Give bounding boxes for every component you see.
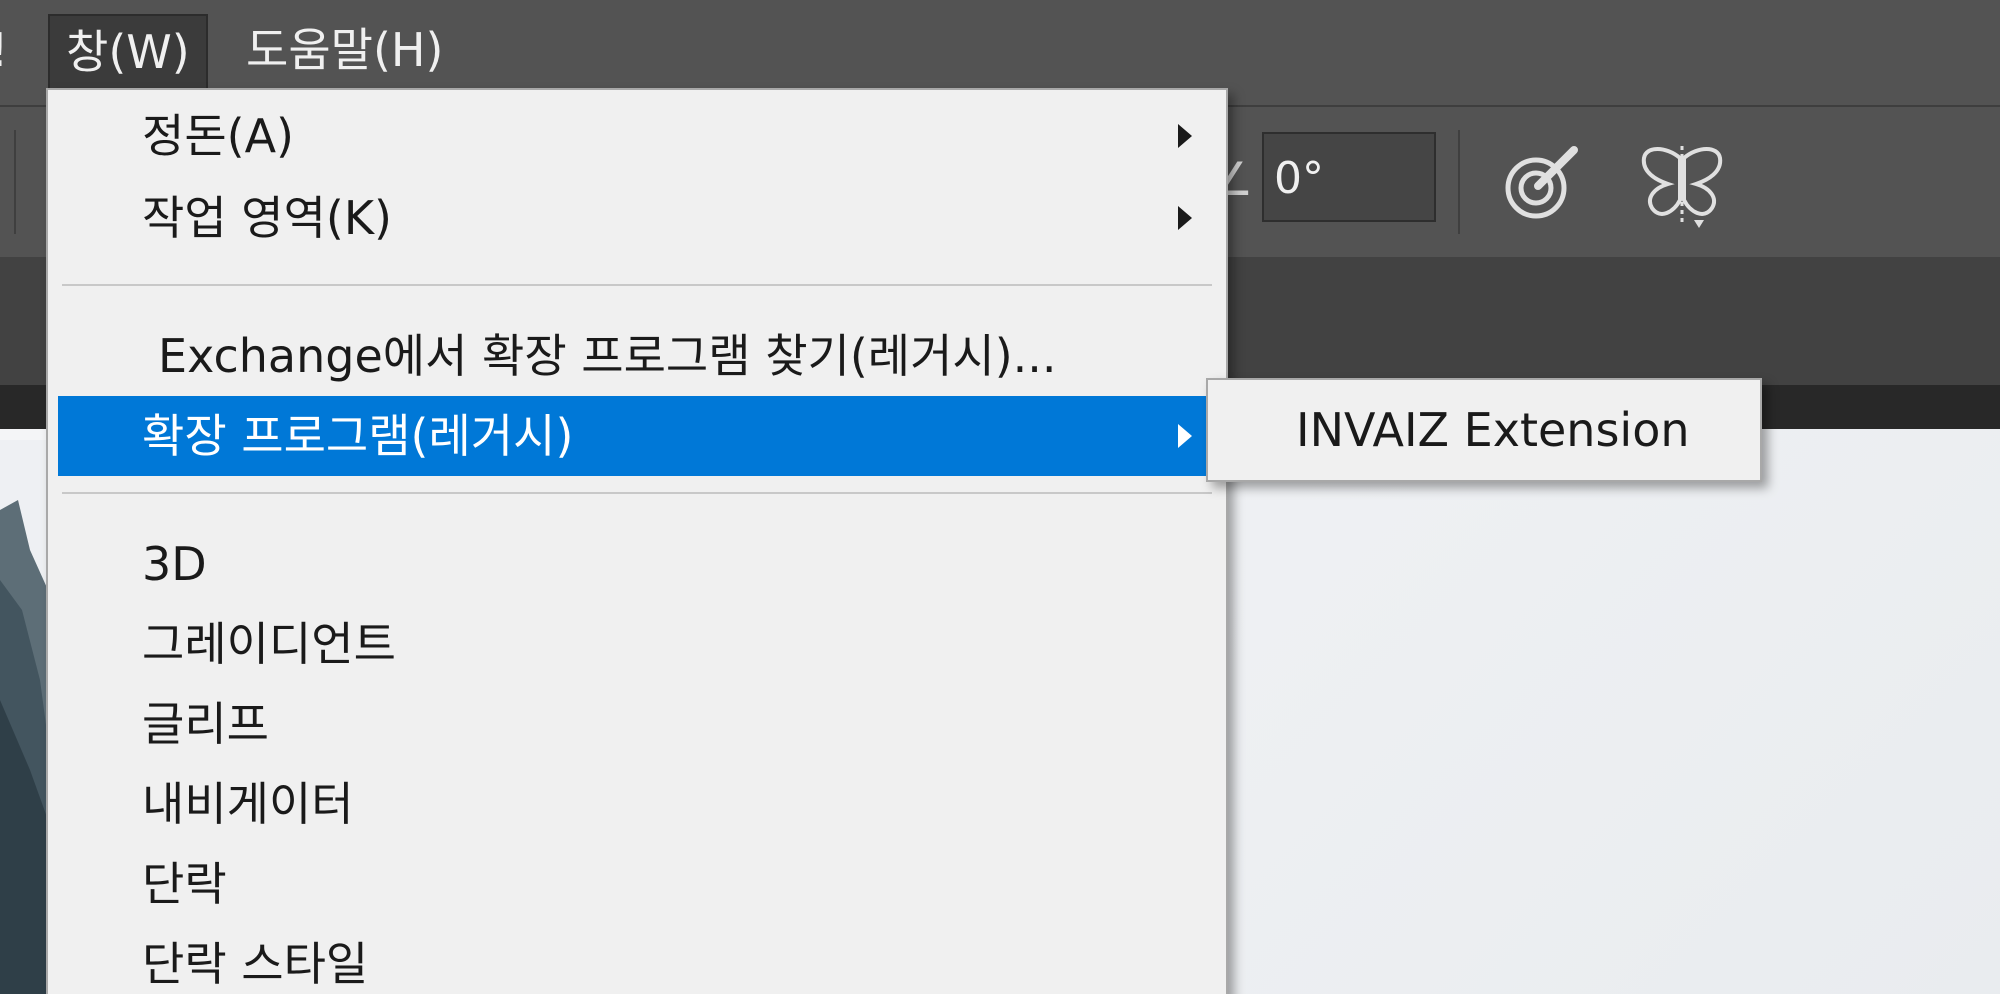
menu-item-label: Exchange에서 확장 프로그램 찾기(레거시)... (158, 329, 1057, 383)
menubar-item-previous[interactable]: ! (0, 14, 18, 86)
brush-angle-input[interactable]: 0° (1262, 132, 1436, 222)
menu-item-label: 확장 프로그램(레거시) (142, 409, 574, 463)
menu-item-label: 내비게이터 (142, 777, 354, 831)
menu-item-arrange[interactable]: 정돈(A) (58, 96, 1218, 176)
window-menu-dropdown: 정돈(A) 작업 영역(K) Exchange에서 확장 프로그램 찾기(레거시).… (46, 88, 1228, 994)
menu-item-label: 작업 영역(K) (142, 191, 392, 245)
menu-item-workspace[interactable]: 작업 영역(K) (58, 178, 1218, 258)
submenu-arrow-icon (1178, 424, 1192, 448)
options-divider (1458, 130, 1460, 234)
brush-angle-value: 0° (1274, 153, 1324, 204)
menu-item-label: 그레이디언트 (142, 617, 396, 671)
menu-item-label: 글리프 (142, 697, 269, 751)
menubar-item-previous-label: ! (0, 23, 8, 77)
menu-item-navigator[interactable]: 내비게이터 (58, 764, 1218, 844)
menubar-item-help-label: 도움말(H) (246, 23, 444, 77)
menu-item-paragraph-styles[interactable]: 단락 스타일 (58, 924, 1218, 994)
butterfly-symmetry-icon[interactable] (1638, 142, 1726, 230)
canvas-image-mountain (0, 440, 48, 994)
menu-item-extensions-legacy[interactable]: 확장 프로그램(레거시) (58, 396, 1218, 476)
menubar-item-window[interactable]: 창(W) (48, 14, 208, 90)
options-divider (14, 130, 16, 234)
menu-item-gradients[interactable]: 그레이디언트 (58, 604, 1218, 684)
target-brush-icon[interactable] (1500, 142, 1584, 226)
menu-item-3d[interactable]: 3D (58, 524, 1218, 604)
menu-item-paragraph[interactable]: 단락 (58, 844, 1218, 924)
menu-separator (62, 492, 1212, 494)
menu-item-label: 단락 (142, 857, 227, 911)
menu-item-glyphs[interactable]: 글리프 (58, 684, 1218, 764)
menu-item-find-extensions-exchange[interactable]: Exchange에서 확장 프로그램 찾기(레거시)... (58, 316, 1218, 396)
submenu-item-label: INVAIZ Extension (1296, 403, 1690, 457)
menu-separator (62, 284, 1212, 286)
submenu-arrow-icon (1178, 206, 1192, 230)
photoshop-window: ! 창(W) 도움말(H) ∠ 0° 정돈(A)작업 영역(K)Exchange… (0, 0, 2000, 994)
submenu-arrow-icon (1178, 124, 1192, 148)
menu-item-label: 단락 스타일 (142, 937, 369, 991)
menubar-item-help[interactable]: 도움말(H) (246, 14, 443, 86)
menu-item-label: 3D (142, 537, 207, 591)
submenu-item-invaiz-extension[interactable]: INVAIZ Extension (1216, 390, 1752, 470)
menu-item-label: 정돈(A) (142, 109, 295, 163)
menubar-item-window-label: 창(W) (66, 25, 190, 79)
extensions-submenu: INVAIZ Extension (1206, 378, 1762, 482)
